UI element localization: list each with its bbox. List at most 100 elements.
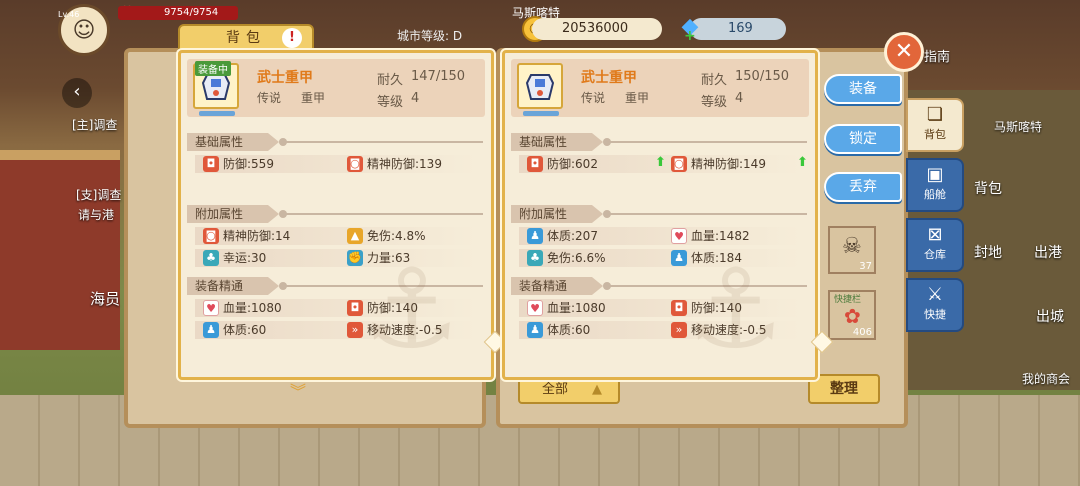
item-grade: 传说 [581,91,606,105]
person-icon: ♟ [527,322,543,338]
back-arrow-icon[interactable]: ‹ [62,78,92,108]
slot-count: 406 [852,327,872,338]
filter-all-label: 全部 [542,382,569,397]
durability-bar [199,111,235,116]
my-guild-label[interactable]: 我的商会 [1022,370,1070,387]
section-title: 基础属性 [187,133,279,151]
stat-row: ◘ 防御:602 [527,155,671,173]
item-header: 武士重甲 传说 重甲 耐久 150/150 等级 4 [511,59,809,117]
tab-warehouse[interactable]: ⊠ 仓库 [906,218,964,272]
stat-row: ▲ 免伤:4.8% [347,227,491,245]
pirate-flag-icon: ☠ [842,234,862,259]
harbor-label[interactable]: 出港 [1034,242,1062,262]
cabin-icon: ▣ [926,164,944,185]
equip-button[interactable]: 装备 [824,74,902,104]
section-title: 附加属性 [511,205,603,223]
quest-side-label[interactable]: [支]调查 [76,186,121,203]
item-type: 重甲 [625,91,650,105]
sort-button[interactable]: 整理 [808,374,880,404]
fief-label[interactable]: 封地 [974,242,1002,262]
durability-bar [523,111,559,116]
sailor-label[interactable]: 海员 [90,288,120,309]
upgrade-arrow-icon: ⬆ [655,155,666,170]
spirit-shield-icon: ◙ [671,156,687,172]
person-icon: ♟ [203,322,219,338]
backpack-building-label[interactable]: 背包 [974,178,1002,198]
map-icon: ✿ [844,304,861,328]
heart-icon: ♥ [203,300,219,316]
alert-icon[interactable]: ! [282,28,302,48]
heart-icon: ♥ [671,228,687,244]
item-card-equipped: 装备中 武士重甲 传说 重甲 耐久 147/150 等级 4 基础属性 ◘ 防御… [178,50,494,380]
level-value: 4 [735,91,744,106]
item-name: 武士重甲 [257,70,313,86]
upgrade-arrow-icon: ⬆ [797,155,808,170]
stat-row: ♟ 体质:60 [527,321,671,339]
stat-row: ◘ 防御:559 [203,155,347,173]
clover-icon: ♣ [527,250,543,266]
hp-bar: 9754/9754 [118,6,238,20]
coin-counter: 20536000 [532,18,662,40]
section-title: 装备精通 [187,277,279,295]
shield-icon: ◘ [203,156,219,172]
city-level: 城市等级: D [397,29,463,43]
damage-reduction-icon: ▲ [347,228,363,244]
exit-city-label[interactable]: 出城 [1036,306,1064,326]
stat-row: ♣ 幸运:30 [203,249,347,267]
item-name: 武士重甲 [581,70,637,86]
add-gems-button[interactable]: + [684,28,696,44]
spirit-shield-icon: ◙ [347,156,363,172]
item-grade: 传说 [257,91,282,105]
stat-row: ♣ 免伤:6.6% [527,249,671,267]
equipped-tag: 装备中 [195,61,231,76]
discard-button[interactable]: 丢弃 [824,172,902,202]
city-name-right: 马斯喀特 [994,120,1043,134]
tab-cabin[interactable]: ▣ 船舱 [906,158,964,212]
slot-count: 37 [859,261,872,272]
chevron-up-icon: ▲ [592,382,602,397]
quest-main-label[interactable]: [主]调查 [72,116,117,133]
shield-icon: ◘ [527,156,543,172]
durability-value: 150/150 [735,69,790,84]
stat-row: ◙ 精神防御:139 [347,155,491,173]
ship-watermark-icon: ⚓ [685,245,785,373]
quest-hint-label: 请与港 [78,208,115,222]
section-title: 基础属性 [511,133,603,151]
filter-all-button[interactable]: 全部 ▲ [518,376,620,404]
quickbar-slot-map[interactable]: 快捷栏 ✿ 406 [828,290,876,340]
section-extra: 附加属性 [187,205,485,223]
close-button[interactable]: ✕ [884,32,924,72]
stat-row: ◙ 精神防御:14 [203,227,347,245]
stat-row: ♥ 血量:1080 [203,299,347,317]
person-icon: ♟ [527,228,543,244]
stat-row: ◙ 精神防御:149 [671,155,815,173]
durability-label: 耐久 [377,73,404,88]
item-header: 装备中 武士重甲 传说 重甲 耐久 147/150 等级 4 [187,59,485,117]
section-base: 基础属性 [511,133,809,151]
level-label: 等级 [377,95,404,110]
clover-icon: ♣ [203,250,219,266]
stat-row: ♥ 血量:1080 [527,299,671,317]
durability-value: 147/150 [411,69,466,84]
stat-row: ♟ 体质:60 [203,321,347,339]
sword-icon: ⚔ [926,284,944,305]
stat-row: ♥ 血量:1482 [671,227,815,245]
item-card-compare: 武士重甲 传说 重甲 耐久 150/150 等级 4 基础属性 ◘ 防御:602… [502,50,818,380]
building-left [0,150,120,350]
item-type: 重甲 [301,91,326,105]
lock-button[interactable]: 锁定 [824,124,902,154]
durability-label: 耐久 [701,73,728,88]
gem-counter: 169 [690,18,786,40]
section-base: 基础属性 [187,133,485,151]
armor-icon [517,63,563,109]
quickbar-slot-pirate[interactable]: ☠ 37 [828,226,876,274]
tab-bag[interactable]: ❏ 背包 [906,98,964,152]
section-title: 装备精通 [511,277,603,295]
chevron-down-icon[interactable]: ︾ [290,378,306,402]
player-level: Lv.46 [58,10,80,19]
stat-row: ♟ 体质:207 [527,227,671,245]
spirit-shield-icon: ◙ [203,228,219,244]
tab-quick[interactable]: ⚔ 快捷 [906,278,964,332]
guide-label[interactable]: 指南 [924,46,950,65]
section-extra: 附加属性 [511,205,809,223]
